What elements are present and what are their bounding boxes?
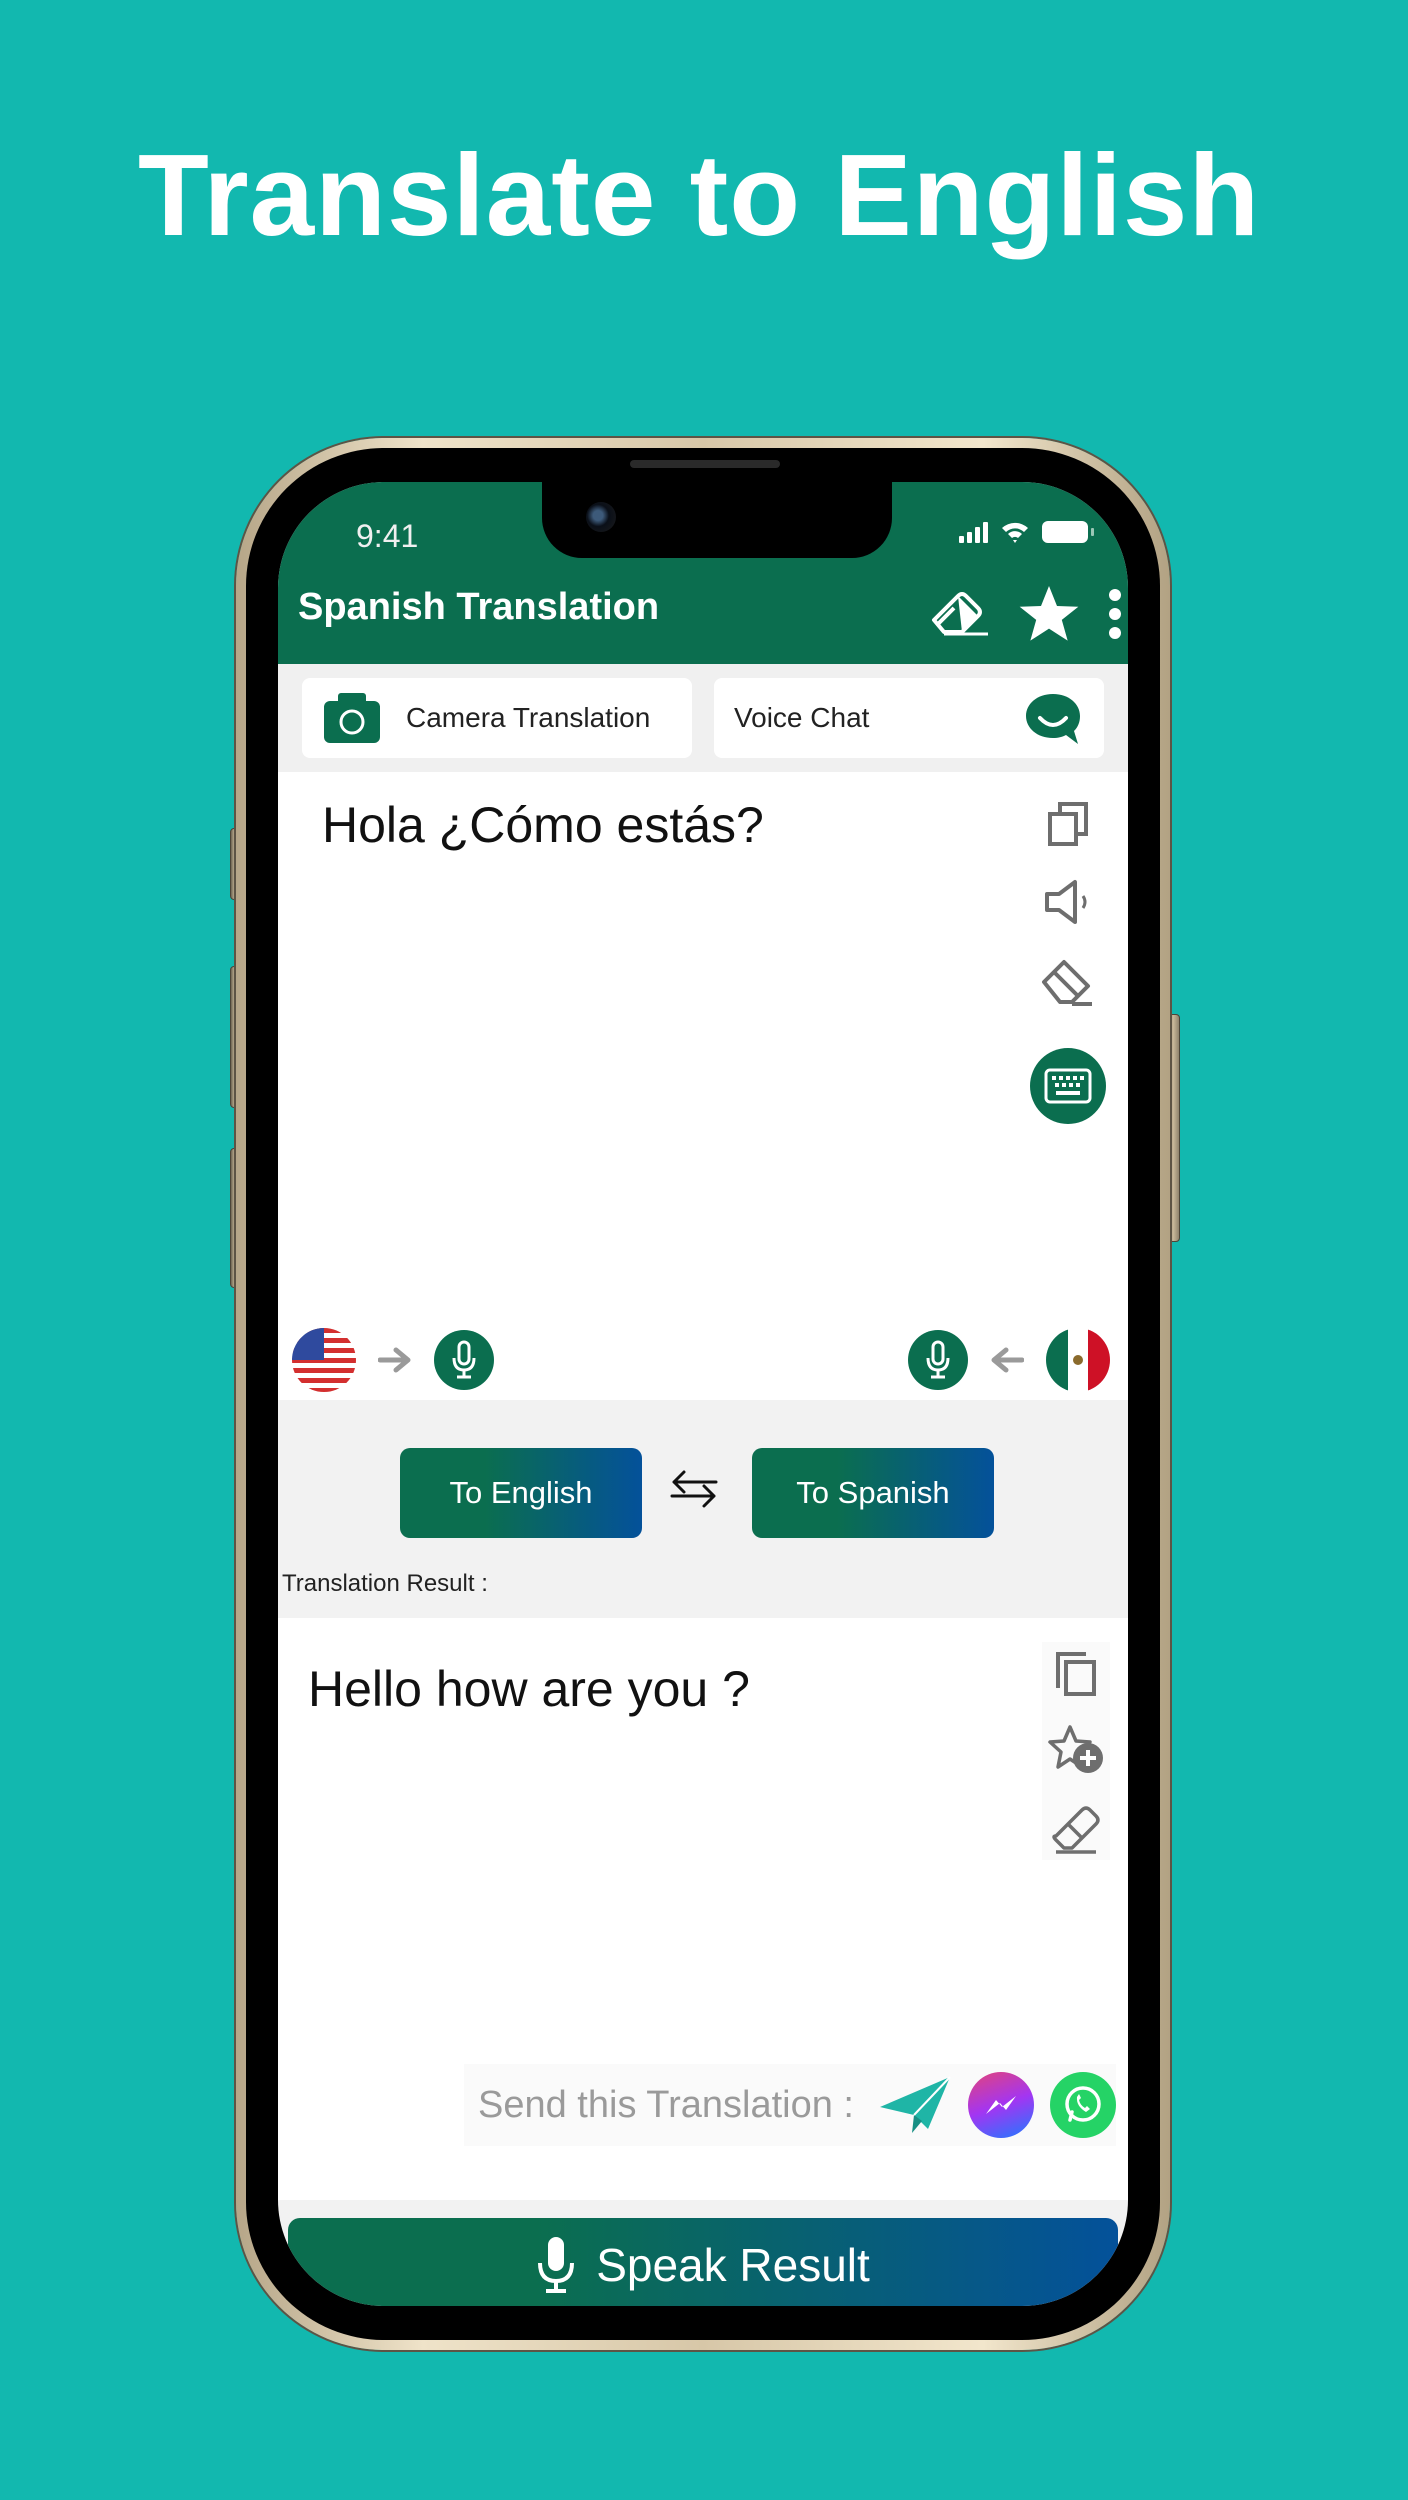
phone-speaker-grille xyxy=(630,460,780,468)
result-text: Hello how are you ? xyxy=(308,1661,750,1717)
signal-icon xyxy=(959,521,988,543)
app-bar-actions xyxy=(928,582,1122,646)
to-english-button[interactable]: To English xyxy=(400,1448,642,1538)
voice-chat-label: Voice Chat xyxy=(734,702,870,733)
whatsapp-icon[interactable] xyxy=(1050,2072,1116,2138)
to-spanish-button[interactable]: To Spanish xyxy=(752,1448,994,1538)
wifi-icon xyxy=(1002,522,1028,543)
more-vert-icon[interactable] xyxy=(1108,589,1122,639)
arrow-right-icon xyxy=(378,1347,411,1373)
english-mic-button[interactable] xyxy=(434,1330,494,1390)
eraser-icon[interactable] xyxy=(1050,1802,1102,1854)
telegram-icon[interactable] xyxy=(878,2075,952,2135)
speak-result-button[interactable]: Speak Result xyxy=(288,2218,1118,2306)
source-tools xyxy=(1030,800,1106,1124)
language-row xyxy=(278,1320,1128,1400)
mexico-flag-icon[interactable] xyxy=(1046,1328,1110,1392)
camera-translation-label: Camera Translation xyxy=(406,702,651,733)
copy-icon[interactable] xyxy=(1052,1648,1100,1698)
source-text-input[interactable]: Hola ¿Cómo estás? xyxy=(322,796,764,854)
star-icon[interactable] xyxy=(1016,582,1082,646)
battery-icon xyxy=(1042,521,1094,543)
front-camera xyxy=(586,502,616,532)
voice-chat-button[interactable]: Voice Chat xyxy=(714,678,1104,758)
messenger-icon[interactable] xyxy=(968,2072,1034,2138)
share-label: Send this Translation : xyxy=(478,2083,854,2126)
result-area: Hello how are you ? Send this Translatio… xyxy=(278,1618,1128,2200)
keyboard-icon xyxy=(1044,1068,1092,1104)
add-favorite-icon[interactable] xyxy=(1046,1724,1106,1776)
share-row: Send this Translation : xyxy=(464,2064,1116,2146)
camera-translation-button[interactable]: Camera Translation xyxy=(302,678,692,758)
arrow-left-icon xyxy=(991,1347,1024,1373)
spanish-voice-input xyxy=(908,1328,1110,1392)
chat-bubble-icon xyxy=(1026,694,1080,744)
source-input-area[interactable]: Hola ¿Cómo estás? xyxy=(278,772,1128,1382)
status-icons xyxy=(959,520,1094,544)
phone-screen: 9:41 Spanish Translation Camera Translat… xyxy=(278,482,1128,2306)
microphone-icon xyxy=(538,2237,575,2293)
phone-bezel: 9:41 Spanish Translation Camera Translat… xyxy=(246,448,1160,2340)
camera-icon xyxy=(324,693,380,743)
eraser-icon[interactable] xyxy=(928,588,990,640)
app-title: Spanish Translation xyxy=(298,586,660,628)
app-bar: 9:41 Spanish Translation xyxy=(278,482,1128,664)
copy-icon[interactable] xyxy=(1046,800,1090,848)
english-voice-input xyxy=(292,1328,494,1392)
phone-frame: 9:41 Spanish Translation Camera Translat… xyxy=(236,438,1170,2350)
us-flag-icon[interactable] xyxy=(292,1328,356,1392)
result-tools xyxy=(1042,1642,1110,1860)
spanish-mic-button[interactable] xyxy=(908,1330,968,1390)
microphone-icon xyxy=(926,1340,950,1379)
speaker-icon[interactable] xyxy=(1043,878,1093,926)
notch xyxy=(542,482,892,558)
status-time: 9:41 xyxy=(356,518,419,554)
swap-languages-icon[interactable] xyxy=(668,1466,720,1512)
microphone-icon xyxy=(452,1340,476,1379)
translation-result-label: Translation Result : xyxy=(282,1570,488,1597)
eraser-icon[interactable] xyxy=(1040,956,1096,1008)
promo-headline: Translate to English xyxy=(138,130,1261,260)
translate-controls: To English To Spanish Translation Result… xyxy=(278,1400,1128,1618)
speak-result-label: Speak Result xyxy=(596,2239,870,2291)
keyboard-button[interactable] xyxy=(1030,1048,1106,1124)
quick-actions: Camera Translation Voice Chat xyxy=(278,664,1128,772)
